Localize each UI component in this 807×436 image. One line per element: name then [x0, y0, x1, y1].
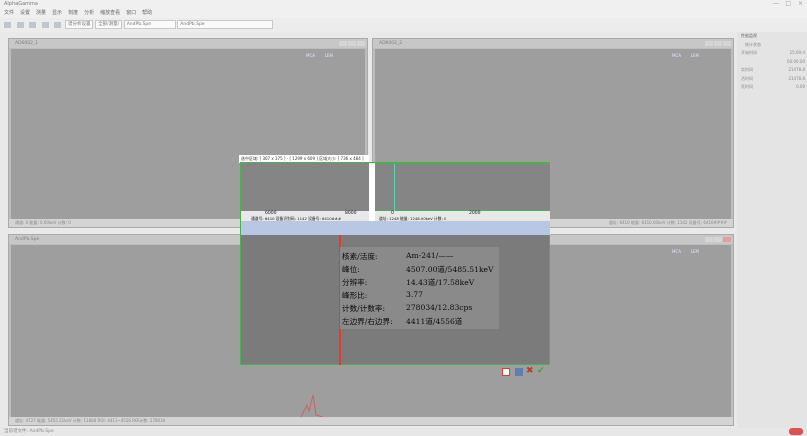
clear-icon[interactable] [54, 21, 62, 28]
minimize-icon[interactable]: — [773, 0, 779, 7]
confirm-icon[interactable]: ✔ [537, 366, 545, 376]
status-bar: 当前谱文件: AndPb.Spe [0, 428, 807, 436]
menu-item[interactable]: 测量 [36, 9, 46, 18]
property-value: 21478.8 [788, 75, 805, 81]
menu-item[interactable]: 帮助 [142, 9, 152, 18]
menu-item[interactable]: 窗口 [126, 9, 136, 18]
maximize-icon[interactable]: □ [785, 0, 791, 7]
selection-band [241, 221, 550, 235]
close-icon[interactable]: × [798, 0, 803, 7]
spectrum-combo-two[interactable]: AndPb.Spe [177, 20, 274, 29]
property-label: 死时间 [741, 84, 753, 89]
property-row: 死时间 0.00 [737, 83, 807, 92]
menu-item[interactable]: 显示 [52, 9, 62, 18]
property-label: 实时间 [741, 67, 753, 72]
toolbar: 谱分析设置 全部/测量/ AndPb.Spe AndPb.Spe [0, 18, 807, 32]
property-subheader: 统计状态 [745, 41, 761, 47]
property-value: 00:00:00 [787, 58, 805, 64]
legend-mca: MCA [672, 53, 681, 58]
peak-info-box: 核素/活度: Am-241/—— 峰位: 4507.00道/5485.51keV 分辨率… [340, 247, 499, 329]
property-header: 性能监视 [741, 33, 757, 38]
info-label: 左边界/右边界: [342, 317, 393, 326]
menu-item[interactable]: 设置 [20, 9, 30, 18]
spectrum-combo-one[interactable]: AndPb.Spe [123, 20, 176, 29]
menu-bar: 文件 设置 测量 显示 刻度 分析 缩放查看 窗口 帮助 [0, 9, 807, 18]
mini-plot-left [241, 163, 369, 211]
property-label: 活时间 [741, 75, 753, 81]
info-value: 4507.00道/5485.51keV [406, 265, 494, 274]
axis-tick: 2000 [469, 211, 481, 216]
info-value: 3.77 [406, 290, 423, 299]
mini-plot-left-axis: 6000 8000 通道号: 6410 设备识别码: 1142 设备号: 641… [241, 211, 369, 221]
menu-item[interactable]: 刻度 [68, 9, 78, 18]
legend-lem: LEM [324, 53, 333, 58]
property-value: 0.00 [796, 84, 805, 89]
analysis-tab[interactable]: 谱分析设置 [64, 20, 94, 29]
property-value: 21478.8 [788, 67, 805, 72]
notification-badge[interactable] [789, 428, 803, 435]
maximize-icon[interactable] [714, 237, 722, 242]
info-label: 峰形比: [342, 291, 368, 300]
open-folder-icon[interactable] [4, 21, 11, 28]
info-label: 核素/活度: [342, 252, 378, 261]
stop-icon[interactable] [41, 21, 49, 28]
minimize-icon[interactable] [705, 237, 713, 242]
minimize-icon[interactable] [339, 41, 347, 46]
window-controls[interactable] [704, 237, 731, 244]
property-row: 开始时间 15:09:4 [737, 49, 807, 58]
mini-plot-right-axis: 0 2000 道址: 1248 能量: 1248.00keV 计数: 0 [375, 211, 550, 221]
save-icon[interactable] [16, 21, 24, 28]
info-value: Am-241/—— [406, 251, 454, 260]
property-row: 活时间 21478.8 [737, 75, 807, 84]
save-icon[interactable] [515, 368, 523, 376]
property-pane: 性能监视 统计状态 开始时间 15:09:4 00:00:00 实时间 21478.8 活… [737, 32, 807, 428]
info-value: 278034/12.83cps [406, 303, 473, 312]
spectrum-spike [394, 164, 395, 211]
close-icon[interactable] [723, 237, 731, 242]
info-value: 14.43道/17.58keV [406, 278, 475, 287]
info-label: 峰位: [342, 265, 360, 274]
axis-tick: 8000 [345, 211, 357, 216]
popup-actions: ✖ ✔ [502, 366, 548, 377]
maximize-icon[interactable] [348, 41, 356, 46]
legend-mca: MCA [306, 53, 315, 58]
window-title: AD6002_1 [9, 39, 367, 48]
info-value: 4411道/4556道 [406, 317, 463, 326]
title-bar: AlphaGamma — □ × [0, 0, 807, 9]
close-icon[interactable] [723, 41, 731, 46]
menu-item[interactable]: 缩放查看 [100, 9, 120, 18]
play-icon[interactable] [29, 21, 37, 28]
app-title: AlphaGamma [4, 1, 38, 7]
property-row: 00:00:00 [737, 58, 807, 67]
legend-lem: LEM [690, 53, 699, 58]
window-controls[interactable] [338, 41, 365, 48]
minimize-icon[interactable] [705, 41, 713, 46]
maximize-icon[interactable] [714, 41, 722, 46]
menu-item[interactable]: 文件 [4, 9, 14, 18]
close-icon[interactable] [357, 41, 365, 46]
window-status: 道址: 4727 能量: 5455.51keV 计数: 11868 ROI: 4… [9, 417, 733, 425]
measure-dropdown[interactable]: 全部/测量/ [95, 20, 123, 29]
window-title: AD6002_2 [373, 39, 733, 48]
info-label: 分辨率: [342, 278, 368, 287]
property-row: 实时间 21478.8 [737, 66, 807, 75]
info-label: 计数/计数率: [342, 304, 386, 313]
select-box-icon[interactable] [502, 368, 510, 376]
mini-plot-right [375, 163, 550, 211]
delete-icon[interactable]: ✖ [526, 366, 534, 376]
window-controls[interactable] [704, 41, 731, 48]
menu-item[interactable]: 分析 [84, 9, 94, 18]
property-value: 15:09:4 [789, 50, 805, 55]
property-label: 开始时间 [741, 50, 757, 55]
